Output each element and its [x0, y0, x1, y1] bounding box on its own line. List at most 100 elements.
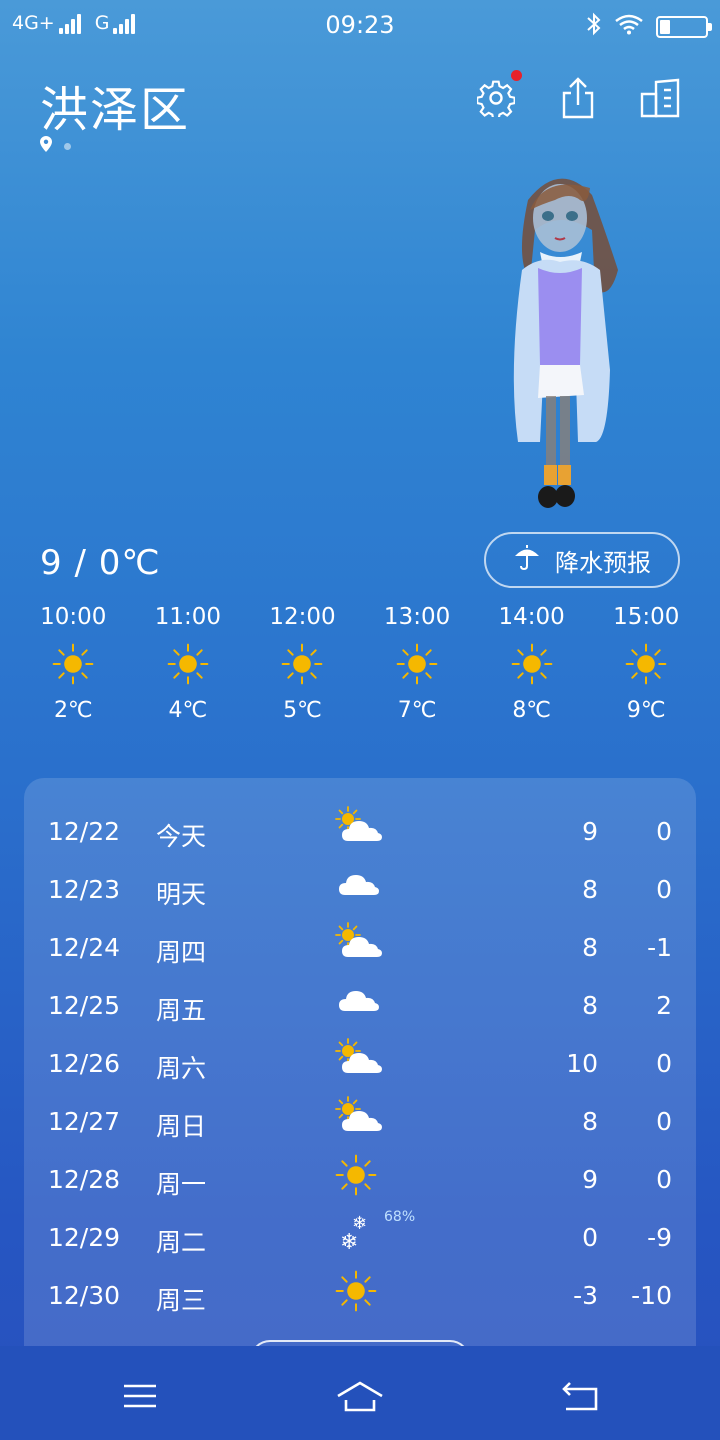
daily-high: 8 — [582, 875, 598, 904]
daily-date: 12/23 — [48, 875, 121, 904]
daily-low: -10 — [631, 1281, 672, 1310]
settings-icon — [476, 79, 516, 121]
sunny-icon — [474, 642, 589, 686]
daily-row[interactable]: 12/25 周五 8 2 — [24, 975, 696, 1033]
daily-row[interactable]: 12/29 周二 ❄ ❄ 68% 0 -9 — [24, 1207, 696, 1265]
daily-high: 8 — [582, 1107, 598, 1136]
back-button[interactable] — [560, 1378, 600, 1418]
daily-date: 12/30 — [48, 1281, 121, 1310]
wifi-icon — [614, 13, 644, 40]
daily-date: 12/25 — [48, 991, 121, 1020]
sunny-icon — [334, 1153, 384, 1203]
daily-weekday: 周四 — [156, 938, 207, 967]
umbrella-icon — [513, 543, 541, 577]
home-button[interactable] — [334, 1378, 386, 1418]
daily-row[interactable]: 12/30 周三 -3 -10 — [24, 1265, 696, 1323]
hourly-temp: 9℃ — [626, 698, 666, 723]
city-list-icon — [640, 78, 680, 122]
daily-weekday: 周三 — [156, 1286, 207, 1315]
daily-weekday: 今天 — [156, 822, 207, 851]
today-temp-range: 9 / 0℃ — [40, 543, 161, 583]
daily-low: 0 — [656, 875, 672, 904]
partly-cloudy-icon — [334, 1037, 384, 1087]
svg-text:❄: ❄ — [340, 1230, 358, 1255]
hourly-temp: 8℃ — [512, 698, 552, 723]
partly-cloudy-icon — [334, 921, 384, 971]
city-name[interactable]: 洪泽区 — [40, 70, 190, 140]
daily-low: 0 — [656, 1165, 672, 1194]
back-icon — [562, 1381, 598, 1415]
daily-low: 2 — [656, 991, 672, 1020]
daily-high: 10 — [566, 1049, 598, 1078]
weather-avatar-illustration — [500, 170, 630, 515]
bluetooth-icon — [586, 12, 602, 41]
hourly-item: 13:00 7℃ — [360, 600, 475, 723]
page-indicator — [40, 136, 71, 156]
hourly-time: 15:00 — [613, 604, 680, 630]
hourly-item: 10:00 2℃ — [16, 600, 131, 723]
hourly-time: 13:00 — [383, 604, 451, 630]
daily-high: 9 — [582, 1165, 598, 1194]
partly-cloudy-icon — [334, 805, 384, 855]
daily-weekday: 周一 — [156, 1170, 207, 1199]
snow-icon: ❄ ❄ — [334, 1211, 384, 1261]
daily-row[interactable]: 12/22 今天 9 0 — [24, 801, 696, 859]
share-button[interactable] — [558, 77, 598, 123]
daily-forecast-card[interactable]: 12/22 今天 9 0 12/23 明天 8 0 12/24 周四 8 -1 … — [24, 778, 696, 1378]
city-list-button[interactable] — [640, 78, 680, 122]
daily-low: 0 — [656, 1049, 672, 1078]
menu-button[interactable] — [120, 1378, 160, 1418]
hourly-item: 15:00 9℃ — [589, 600, 704, 723]
daily-weekday: 周五 — [156, 996, 207, 1025]
cloudy-icon — [334, 863, 384, 913]
header-actions — [476, 70, 680, 123]
cloudy-icon — [334, 979, 384, 1029]
hourly-temp: 5℃ — [283, 698, 322, 723]
precipitation-forecast-label: 降水预报 — [555, 548, 651, 577]
battery-icon — [656, 15, 712, 38]
sunny-icon — [360, 642, 475, 686]
hourly-time: 11:00 — [154, 604, 222, 630]
daily-high: 0 — [582, 1223, 598, 1252]
daily-row[interactable]: 12/28 周一 9 0 — [24, 1149, 696, 1207]
menu-icon — [122, 1382, 158, 1414]
daily-low: 0 — [656, 817, 672, 846]
sunny-icon — [334, 1269, 384, 1319]
sunny-icon — [16, 642, 131, 686]
daily-date: 12/29 — [48, 1223, 121, 1252]
daily-high: 8 — [582, 991, 598, 1020]
hourly-item: 12:00 5℃ — [245, 600, 360, 723]
partly-cloudy-icon — [334, 1095, 384, 1145]
notification-badge — [511, 70, 522, 81]
daily-row[interactable]: 12/24 周四 8 -1 — [24, 917, 696, 975]
daily-weekday: 明天 — [156, 880, 207, 909]
daily-row[interactable]: 12/23 明天 8 0 — [24, 859, 696, 917]
daily-high: 9 — [582, 817, 598, 846]
daily-row[interactable]: 12/26 周六 10 0 — [24, 1033, 696, 1091]
hourly-time: 12:00 — [269, 604, 336, 630]
page-dot — [64, 142, 71, 150]
daily-low: -9 — [647, 1223, 672, 1252]
precipitation-forecast-button[interactable]: 降水预报 — [484, 532, 680, 588]
system-navigation-bar — [0, 1346, 720, 1440]
daily-low: 0 — [656, 1107, 672, 1136]
status-icons — [586, 12, 712, 41]
daily-date: 12/24 — [48, 933, 121, 962]
daily-row[interactable]: 12/27 周日 8 0 — [24, 1091, 696, 1149]
daily-date: 12/26 — [48, 1049, 121, 1078]
daily-date: 12/28 — [48, 1165, 121, 1194]
daily-date: 12/22 — [48, 817, 121, 846]
sunny-icon — [589, 642, 704, 686]
daily-weekday: 周六 — [156, 1054, 207, 1083]
sunny-icon — [131, 642, 246, 686]
share-icon — [561, 77, 595, 123]
home-icon — [335, 1380, 385, 1416]
hourly-time: 14:00 — [498, 604, 565, 630]
daily-date: 12/27 — [48, 1107, 121, 1136]
location-pin-icon — [40, 136, 52, 156]
hourly-forecast[interactable]: 10:00 2℃ 11:00 4℃ 12:00 5℃ 13:00 7℃ 14:0… — [16, 600, 704, 723]
daily-high: 8 — [582, 933, 598, 962]
daily-low: -1 — [647, 933, 672, 962]
hourly-temp: 2℃ — [53, 698, 93, 723]
settings-button[interactable] — [476, 70, 522, 122]
